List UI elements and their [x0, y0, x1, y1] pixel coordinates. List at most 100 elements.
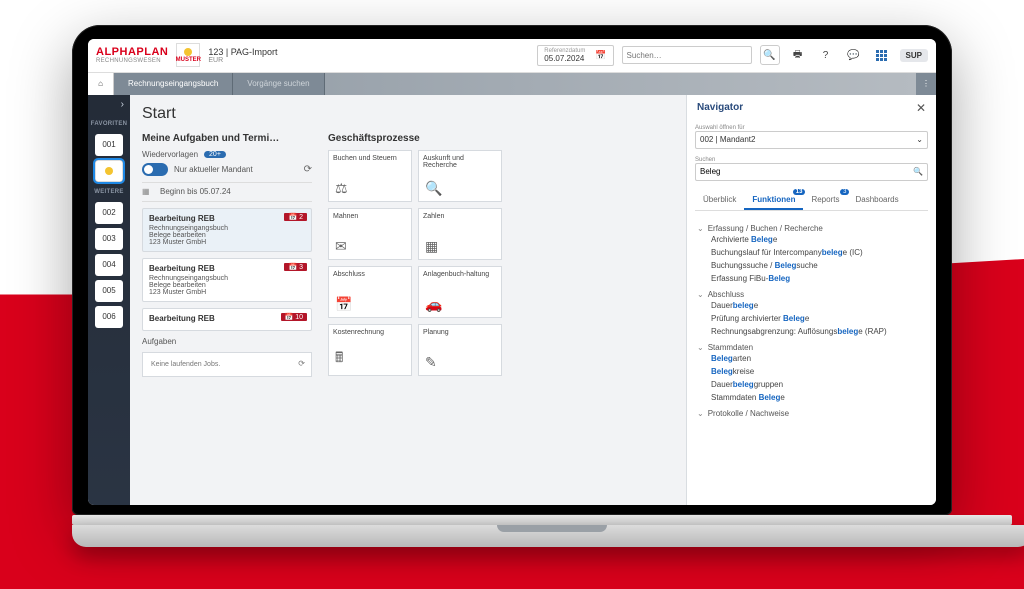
mandant-select[interactable]: 002 | Mandant2 ⌄	[695, 131, 928, 149]
mandant-rail: › FAVORITEN 001 WEITERE 002 003 004 005 …	[88, 95, 130, 505]
search-icon[interactable]: 🔍	[913, 167, 923, 176]
home-tab[interactable]: ⌂	[88, 73, 114, 95]
client-logo: MUSTER	[176, 43, 200, 67]
nav-search-input[interactable]: 🔍	[695, 163, 928, 181]
rail-chip-001[interactable]: 001	[95, 134, 123, 156]
tree-group[interactable]: ⌄Protokolle / Nachweise	[697, 409, 926, 418]
nav-tab-dashboards[interactable]: Dashboards	[847, 191, 906, 210]
chevron-down-icon: ⌄	[916, 135, 923, 144]
rail-chip-current[interactable]	[95, 160, 123, 182]
tree-group[interactable]: ⌄Abschluss	[697, 290, 926, 299]
tree-group[interactable]: ⌄Erfassung / Buchen / Recherche	[697, 224, 926, 233]
logo-text: ALPHAPLAN	[96, 46, 168, 58]
main-content: Start Meine Aufgaben und Termi… Wiedervo…	[130, 95, 686, 505]
tree-item[interactable]: Prüfung archivierter Belege	[697, 312, 926, 325]
tile-label: Abschluss	[333, 271, 407, 278]
global-search[interactable]	[622, 46, 752, 64]
user-badge[interactable]: SUP	[900, 49, 928, 62]
tile-icon: ⚖	[335, 180, 348, 197]
rail-chip-003[interactable]: 003	[95, 228, 123, 250]
tab-menu-icon[interactable]: ⋮	[916, 73, 936, 95]
flag-badge: 📅 10	[281, 313, 307, 321]
refresh-icon[interactable]: ⟳	[298, 359, 305, 368]
process-tile[interactable]: Auskunft und Recherche🔍	[418, 150, 502, 202]
logo-subtext: RECHNUNGSWESEN	[96, 58, 168, 64]
rail-expand-icon[interactable]: ›	[121, 99, 130, 110]
tree-item[interactable]: Dauerbeleggruppen	[697, 378, 926, 391]
tile-icon: ✎	[425, 354, 437, 371]
rail-chip-002[interactable]: 002	[95, 202, 123, 224]
navigator-tree: ⌄Erfassung / Buchen / RechercheArchivier…	[687, 215, 936, 505]
tab-vorgaenge[interactable]: Vorgänge suchen	[233, 73, 324, 95]
process-tile[interactable]: Zahlen▦	[418, 208, 502, 260]
close-icon[interactable]: ✕	[916, 101, 926, 115]
nav-tab-funktionen[interactable]: Funktionen13	[744, 191, 803, 210]
tree-item[interactable]: Rechnungsabgrenzung: Auflösungsbelege (R…	[697, 325, 926, 338]
chevron-down-icon: ⌄	[697, 409, 704, 418]
tab-reb[interactable]: Rechnungseingangsbuch	[114, 73, 233, 95]
rail-chip-005[interactable]: 005	[95, 280, 123, 302]
navigator-title: Navigator	[697, 102, 743, 113]
tree-item[interactable]: Erfassung FiBu-Beleg	[697, 272, 926, 285]
nav-tab-ueberblick[interactable]: Überblick	[695, 191, 744, 210]
mandant-toggle[interactable]	[142, 163, 168, 176]
tree-group[interactable]: ⌄Stammdaten	[697, 343, 926, 352]
task-card[interactable]: 📅 3Bearbeitung REBRechnungseingangsbuchB…	[142, 258, 312, 302]
process-tile[interactable]: Kostenrechnung 🖩	[328, 324, 412, 376]
tile-label: Anlagenbuch-haltung	[423, 271, 497, 278]
help-icon[interactable]: ?	[816, 45, 836, 65]
app-header: ALPHAPLAN RECHNUNGSWESEN MUSTER 123 | PA…	[88, 39, 936, 73]
tile-label: Planung	[423, 329, 497, 336]
app-logo: ALPHAPLAN RECHNUNGSWESEN	[96, 46, 168, 64]
tasks-heading: Meine Aufgaben und Termi…	[142, 133, 312, 144]
tile-icon: ✉	[335, 238, 347, 255]
wiedervorlagen-label: Wiedervorlagen	[142, 150, 198, 159]
tile-icon: 🚗	[425, 296, 442, 313]
tile-label: Buchen und Steuern	[333, 155, 407, 162]
tile-label: Mahnen	[333, 213, 407, 220]
tile-label: Kostenrechnung	[333, 329, 407, 336]
chat-icon[interactable]: 💬	[844, 45, 864, 65]
rail-chip-004[interactable]: 004	[95, 254, 123, 276]
process-tile[interactable]: Anlagenbuch-haltung 🚗	[418, 266, 502, 318]
nav-tab-reports[interactable]: Reports3	[803, 191, 847, 210]
tree-item[interactable]: Belegarten	[697, 352, 926, 365]
tree-item[interactable]: Dauerbelege	[697, 299, 926, 312]
process-column: Geschäftsprozesse Buchen und Steuern ⚖ Aus…	[328, 133, 508, 377]
reference-date-field[interactable]: Referenzdatum 05.07.2024 📅	[537, 45, 613, 66]
tile-icon: ▦	[425, 238, 438, 255]
tree-item[interactable]: Buchungssuche / Belegsuche	[697, 259, 926, 272]
process-tile[interactable]: Mahnen ✉	[328, 208, 412, 260]
page-title: Start	[142, 105, 674, 123]
tasks-column: Meine Aufgaben und Termi… Wiedervorlagen…	[142, 133, 312, 377]
navigator-panel: Navigator ✕ Auswahl öffnen für 002 | Man…	[686, 95, 936, 505]
chevron-down-icon: ⌄	[697, 224, 704, 233]
tree-item[interactable]: Stammdaten Belege	[697, 391, 926, 404]
calendar-icon: ▦	[142, 187, 154, 196]
header-title: 123 | PAG-Import	[208, 47, 277, 57]
tree-item[interactable]: Belegkreise	[697, 365, 926, 378]
tile-label: Auskunft und Recherche	[423, 155, 497, 169]
process-tile[interactable]: Abschluss 📅	[328, 266, 412, 318]
task-card[interactable]: 📅 10Bearbeitung REB	[142, 308, 312, 331]
tree-item[interactable]: Buchungslauf für Intercompanybelege (IC)	[697, 246, 926, 259]
search-input[interactable]	[623, 51, 751, 60]
date-filter[interactable]: ▦ Beginn bis 05.07.24	[142, 182, 312, 202]
tile-icon: 🖩	[335, 347, 343, 371]
tile-icon: 📅	[335, 296, 352, 313]
calendar-icon: 📅	[595, 50, 606, 61]
card-title: Bearbeitung REB	[149, 214, 215, 223]
process-heading: Geschäftsprozesse	[328, 133, 508, 144]
process-tile[interactable]: Buchen und Steuern ⚖	[328, 150, 412, 202]
chevron-down-icon: ⌄	[697, 343, 704, 352]
refresh-icon[interactable]: ⟳	[304, 164, 312, 175]
rail-heading-favoriten: FAVORITEN	[91, 121, 128, 127]
print-icon[interactable]: 🖶	[788, 45, 808, 65]
apps-icon[interactable]	[872, 45, 892, 65]
navigator-tabs: Überblick Funktionen13 Reports3 Dashboar…	[695, 191, 928, 211]
rail-chip-006[interactable]: 006	[95, 306, 123, 328]
tree-item[interactable]: Archivierte Belege	[697, 233, 926, 246]
search-button[interactable]: 🔍	[760, 45, 780, 65]
task-card[interactable]: 📅 2Bearbeitung REBRechnungseingangsbuchB…	[142, 208, 312, 252]
process-tile[interactable]: Planung ✎	[418, 324, 502, 376]
